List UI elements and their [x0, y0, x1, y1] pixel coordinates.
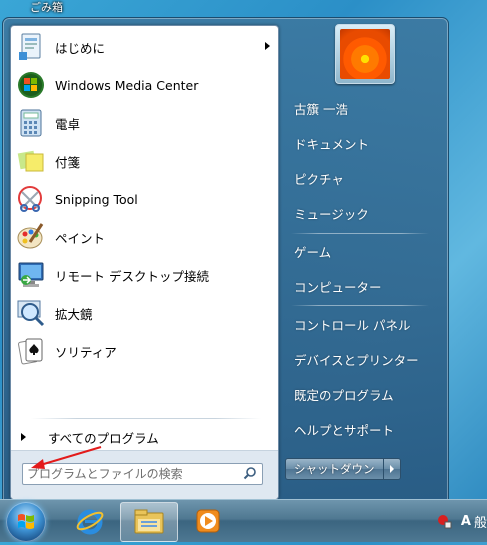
program-item-snipping-tool[interactable]: Snipping Tool [11, 180, 278, 218]
magnifier-icon [15, 297, 47, 329]
link-user-folder[interactable]: 古籏 一浩 [286, 94, 348, 122]
internet-explorer-icon [76, 509, 104, 535]
link-computer[interactable]: コンピューター [286, 272, 382, 300]
program-item-solitaire[interactable]: ソリティア [11, 332, 278, 370]
right-divider [291, 305, 429, 306]
program-label: リモート デスクトップ接続 [55, 268, 209, 284]
getting-started-icon [15, 31, 47, 63]
flower-picture-icon [340, 29, 390, 79]
taskbar-media-player[interactable] [180, 502, 236, 540]
submenu-arrow-icon[interactable] [265, 42, 270, 50]
program-item-paint[interactable]: ペイント [11, 218, 278, 256]
ime-label[interactable]: 般 [474, 512, 487, 531]
search-icon[interactable] [243, 466, 257, 480]
shutdown-group: シャットダウン [285, 458, 401, 480]
link-devices-printers[interactable]: デバイスとプリンター [286, 345, 419, 373]
media-player-icon [196, 509, 220, 533]
ime-mode-indicator[interactable]: A [461, 514, 471, 529]
program-label: Windows Media Center [55, 77, 199, 93]
link-games[interactable]: ゲーム [286, 237, 331, 265]
system-tray: A 般 [435, 500, 487, 542]
program-label: Snipping Tool [55, 191, 138, 207]
start-button[interactable] [6, 502, 46, 542]
link-help-support[interactable]: ヘルプとサポート [286, 415, 394, 443]
taskbar-explorer[interactable] [120, 502, 178, 542]
right-divider [291, 233, 429, 234]
recycle-bin-label[interactable]: ごみ箱 [30, 0, 63, 15]
remote-desktop-icon [15, 259, 47, 291]
start-menu: はじめに Windows Media Center 電卓 付箋 Snipping… [2, 17, 449, 501]
program-item-magnifier[interactable]: 拡大鏡 [11, 294, 278, 332]
link-documents[interactable]: ドキュメント [286, 129, 369, 157]
programs-divider [31, 418, 261, 419]
program-item-media-center[interactable]: Windows Media Center [11, 66, 278, 104]
link-control-panel[interactable]: コントロール パネル [286, 310, 410, 338]
program-item-sticky-notes[interactable]: 付箋 [11, 142, 278, 180]
explorer-folder-icon [134, 509, 164, 534]
shutdown-options-button[interactable] [383, 458, 401, 480]
link-music[interactable]: ミュージック [286, 199, 369, 227]
expand-arrow-icon [21, 433, 26, 441]
windows-logo-icon [18, 514, 34, 529]
solitaire-icon [15, 335, 47, 367]
snipping-tool-icon [15, 183, 47, 215]
link-pictures[interactable]: ピクチャ [286, 164, 344, 192]
taskbar: A 般 [0, 499, 487, 542]
program-label: 拡大鏡 [55, 306, 93, 322]
program-item-calculator[interactable]: 電卓 [11, 104, 278, 142]
program-label: ペイント [55, 230, 106, 246]
program-list: はじめに Windows Media Center 電卓 付箋 Snipping… [11, 28, 278, 370]
program-item-remote-desktop[interactable]: リモート デスクトップ接続 [11, 256, 278, 294]
programs-pane: はじめに Windows Media Center 電卓 付箋 Snipping… [10, 25, 279, 500]
annotation-arrow-icon [31, 446, 102, 469]
program-label: ソリティア [55, 344, 117, 360]
paint-icon [15, 221, 47, 253]
user-picture[interactable] [335, 24, 395, 84]
program-item-getting-started[interactable]: はじめに [11, 28, 278, 66]
shutdown-button[interactable]: シャットダウン [285, 458, 384, 480]
program-label: はじめに [55, 40, 106, 56]
media-center-icon [15, 69, 47, 101]
sticky-notes-icon [15, 145, 47, 177]
calculator-icon [15, 107, 47, 139]
taskbar-internet-explorer[interactable] [62, 502, 118, 540]
program-label: 付箋 [55, 154, 81, 170]
link-default-programs[interactable]: 既定のプログラム [286, 380, 394, 408]
program-label: 電卓 [55, 116, 81, 132]
notification-icon[interactable] [435, 512, 453, 530]
chevron-right-icon [389, 465, 394, 473]
